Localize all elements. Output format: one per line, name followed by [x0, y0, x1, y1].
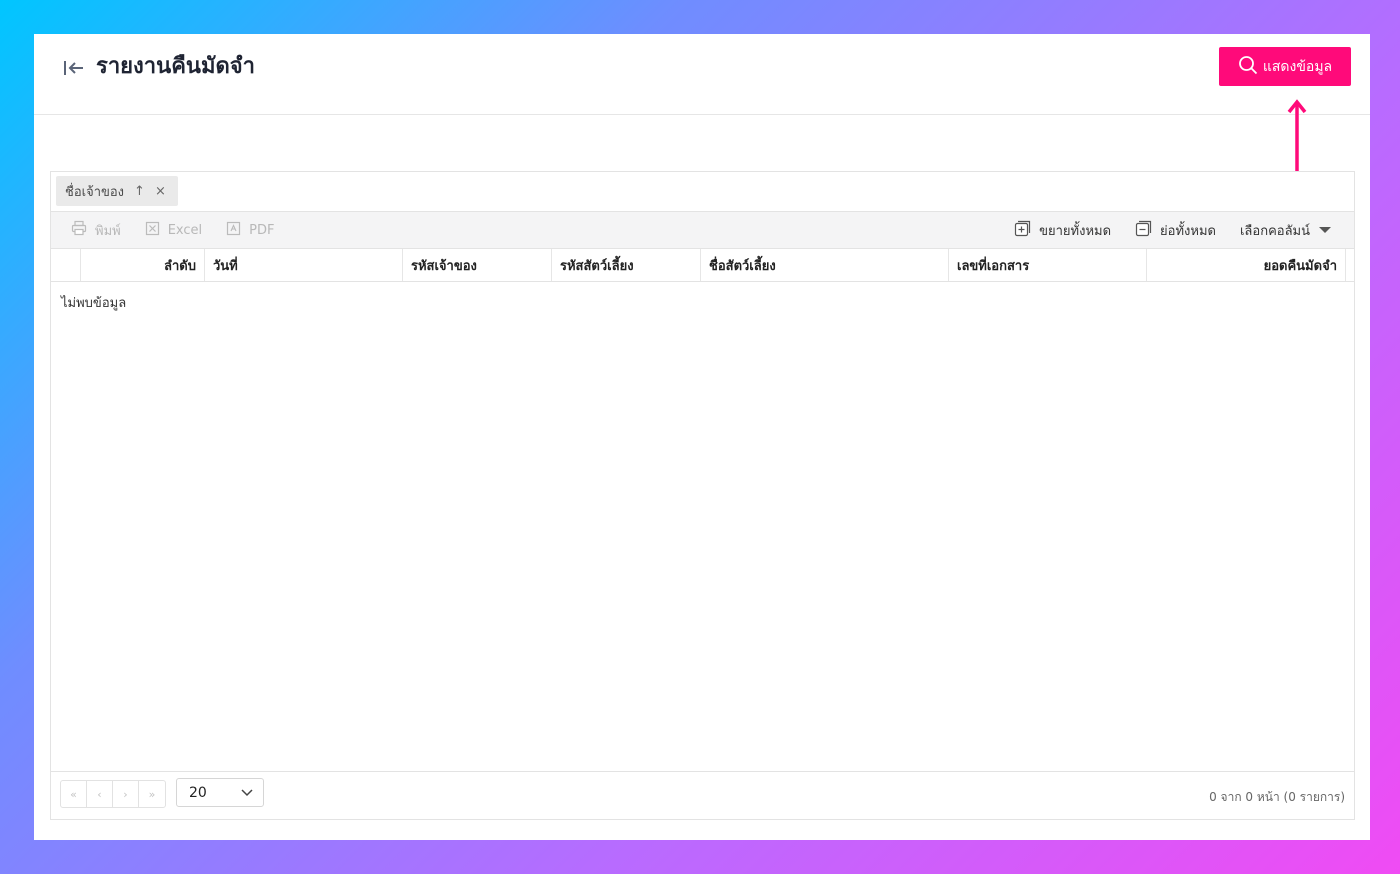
print-button[interactable]: พิมพ์: [71, 220, 121, 241]
pdf-file-icon: [226, 221, 241, 240]
page-title: รายงานคืนมัดจำ: [96, 54, 255, 79]
show-data-label: แสดงข้อมูล: [1262, 58, 1333, 75]
report-panel: รายงานคืนมัดจำ แสดงข้อมูล ชื่อเจ้าของ ↑ …: [34, 34, 1370, 840]
pdf-label: PDF: [249, 222, 275, 238]
column-header-owner-code[interactable]: รหัสเจ้าของ: [403, 249, 552, 281]
collapse-all-label: ย่อทั้งหมด: [1160, 223, 1216, 239]
excel-label: Excel: [167, 222, 203, 238]
collapse-all-button[interactable]: ย่อทั้งหมด: [1135, 220, 1216, 241]
column-header-date[interactable]: วันที่: [205, 249, 403, 281]
column-header-doc-number[interactable]: เลขที่เอกสาร: [949, 249, 1147, 281]
empty-message: ไม่พบข้อมูล: [61, 296, 127, 311]
collapse-icon: [1135, 220, 1152, 241]
pager: « ‹ › » 20 0 จาก 0 หน้า (0 รายการ): [51, 771, 1354, 819]
print-label: พิมพ์: [95, 223, 121, 239]
column-header-seq[interactable]: ลำดับ: [81, 249, 205, 281]
pager-info: 0 จาก 0 หน้า (0 รายการ): [1209, 790, 1345, 804]
export-pdf-button[interactable]: PDF: [226, 221, 274, 240]
show-data-button[interactable]: แสดงข้อมูล: [1219, 47, 1351, 86]
excel-file-icon: [145, 221, 160, 240]
column-header-deposit-refund[interactable]: ยอดคืนมัดจำ: [1147, 249, 1346, 281]
caret-down-icon: [1318, 223, 1332, 238]
prev-page-button[interactable]: ‹: [87, 781, 113, 807]
export-excel-button[interactable]: Excel: [145, 221, 202, 240]
expand-all-label: ขยายทั้งหมด: [1039, 223, 1112, 239]
column-chooser-button[interactable]: เลือกคอลัมน์: [1240, 220, 1332, 241]
group-panel: ชื่อเจ้าของ ↑ ×: [51, 172, 1354, 211]
remove-group-icon[interactable]: ×: [155, 184, 166, 199]
group-chip-owner-name[interactable]: ชื่อเจ้าของ ↑ ×: [56, 176, 178, 206]
chevron-down-icon: [241, 785, 253, 801]
last-page-button[interactable]: »: [139, 781, 165, 807]
back-icon[interactable]: [60, 54, 88, 82]
expand-icon: [1014, 220, 1031, 241]
page-size-select[interactable]: 20: [176, 778, 264, 807]
first-page-button[interactable]: «: [61, 781, 87, 807]
page-size-value: 20: [189, 784, 207, 801]
expand-all-button[interactable]: ขยายทั้งหมด: [1014, 220, 1111, 241]
column-header-pet-code[interactable]: รหัสสัตว์เลี้ยง: [552, 249, 701, 281]
search-icon: [1238, 55, 1258, 79]
sort-ascending-icon[interactable]: ↑: [134, 184, 145, 199]
next-page-button[interactable]: ›: [113, 781, 139, 807]
column-chooser-label: เลือกคอลัมน์: [1239, 223, 1310, 239]
highlight-arrow-icon: [1287, 99, 1307, 174]
printer-icon: [71, 220, 87, 240]
group-indent-cell: [51, 249, 81, 281]
page-header: รายงานคืนมัดจำ แสดงข้อมูล: [34, 34, 1370, 115]
table-header-row: ลำดับ วันที่ รหัสเจ้าของ รหัสสัตว์เลี้ยง…: [51, 249, 1354, 282]
data-grid: ชื่อเจ้าของ ↑ × พิมพ์ Excel PDF ขยายทั้ง…: [50, 171, 1355, 820]
column-header-pet-name[interactable]: ชื่อสัตว์เลี้ยง: [701, 249, 949, 281]
group-chip-label: ชื่อเจ้าของ: [65, 184, 125, 200]
grid-toolbar: พิมพ์ Excel PDF ขยายทั้งหมด ย่อทั้งหมด เ…: [51, 211, 1354, 249]
pager-buttons: « ‹ › »: [60, 780, 166, 808]
